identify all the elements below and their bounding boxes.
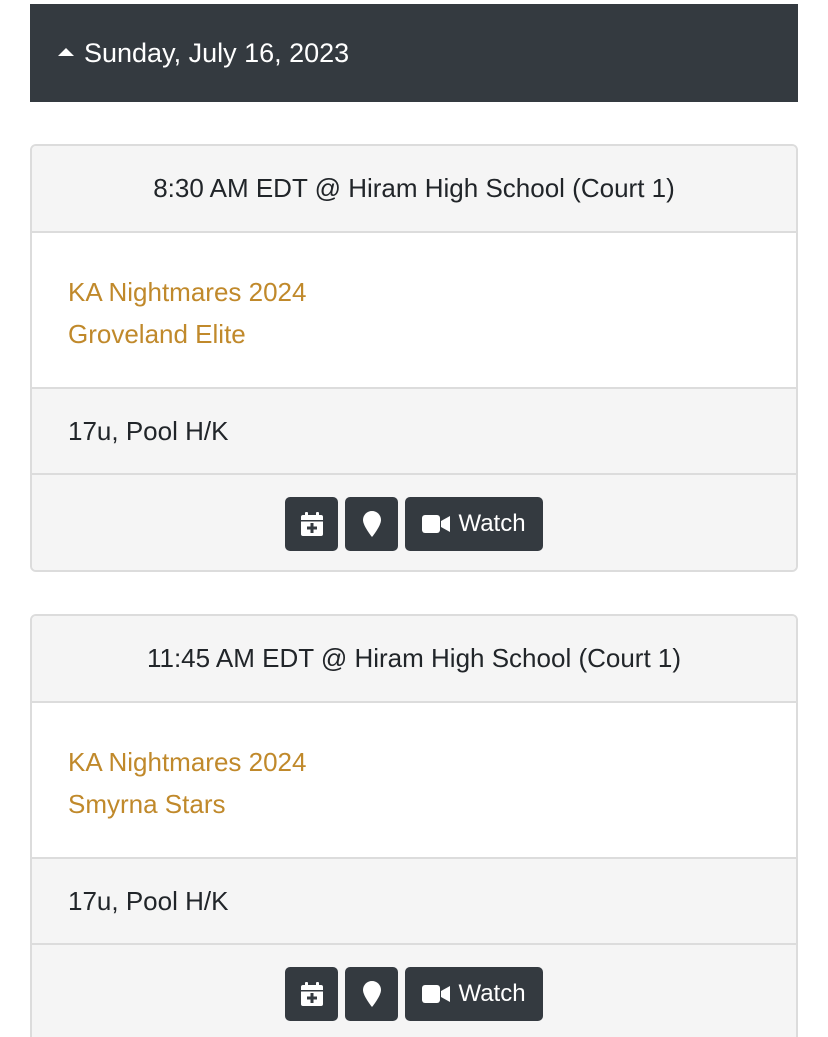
game-time-location: 11:45 AM EDT @ Hiram High School (Court … [32, 616, 796, 703]
game-card: 8:30 AM EDT @ Hiram High School (Court 1… [30, 144, 798, 572]
calendar-plus-icon [300, 511, 323, 536]
game-teams: KA Nightmares 2024 Smyrna Stars [32, 703, 796, 859]
game-actions: Watch [32, 945, 796, 1037]
game-card: 11:45 AM EDT @ Hiram High School (Court … [30, 614, 798, 1037]
game-division: 17u, Pool H/K [32, 859, 796, 945]
team-link-home[interactable]: KA Nightmares 2024 [68, 741, 796, 783]
team-link-away[interactable]: Groveland Elite [68, 313, 796, 355]
add-to-calendar-button[interactable] [285, 966, 338, 1021]
game-actions: Watch [32, 475, 796, 570]
watch-label: Watch [458, 509, 526, 537]
calendar-plus-icon [300, 981, 323, 1006]
date-header-label: Sunday, July 16, 2023 [84, 37, 350, 68]
game-time-location: 8:30 AM EDT @ Hiram High School (Court 1… [32, 146, 796, 233]
caret-up-icon [58, 48, 74, 56]
game-teams: KA Nightmares 2024 Groveland Elite [32, 233, 796, 389]
map-marker-icon [362, 980, 381, 1007]
game-division: 17u, Pool H/K [32, 389, 796, 475]
team-link-home[interactable]: KA Nightmares 2024 [68, 271, 796, 313]
watch-button[interactable]: Watch [405, 496, 543, 551]
date-header[interactable]: Sunday, July 16, 2023 [30, 4, 798, 102]
watch-label: Watch [458, 979, 526, 1007]
map-marker-icon [362, 510, 381, 537]
map-location-button[interactable] [345, 496, 398, 551]
watch-button[interactable]: Watch [405, 966, 543, 1021]
team-link-away[interactable]: Smyrna Stars [68, 783, 796, 825]
add-to-calendar-button[interactable] [285, 496, 338, 551]
video-camera-icon [422, 514, 451, 533]
video-camera-icon [422, 984, 451, 1003]
map-location-button[interactable] [345, 966, 398, 1021]
